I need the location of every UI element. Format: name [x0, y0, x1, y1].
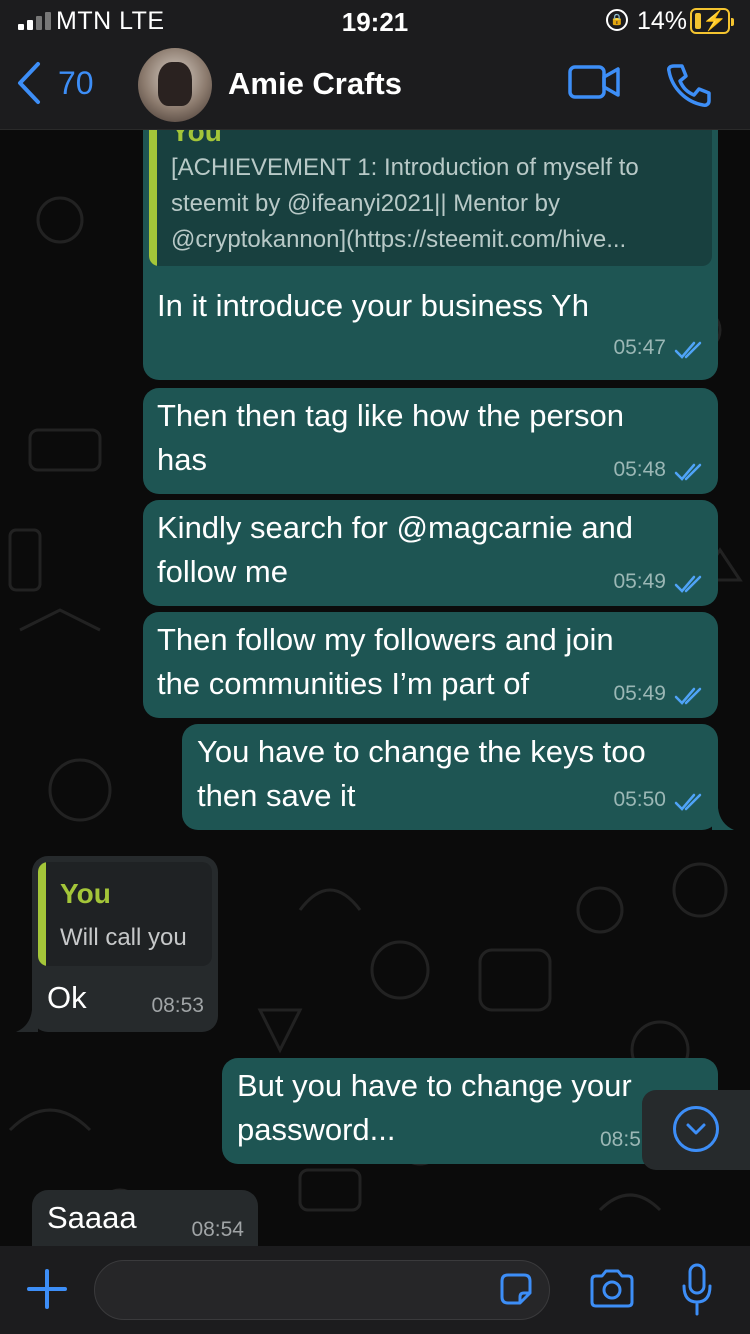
message-text-line: But you have to change your [237, 1068, 632, 1103]
message-bubble-outgoing[interactable]: Then follow my followers and join the co… [143, 612, 718, 718]
back-button[interactable]: 70 [14, 60, 94, 106]
message-text: Saaaa [47, 1200, 137, 1235]
unread-count: 70 [58, 64, 94, 101]
quote-author: You [60, 878, 111, 909]
quote-accent-bar [149, 130, 157, 266]
message-text-line: password... [237, 1112, 396, 1147]
message-text-line: Kindly search for @magcarnie and [157, 510, 634, 545]
quote-text-line: steemit by @ifeanyi2021|| Mentor by [171, 190, 561, 217]
message-text-line: then save it [197, 778, 356, 813]
quote-text-line: [ACHIEVEMENT 1: Introduction of myself t… [171, 154, 639, 181]
message-time: 05:48 [613, 458, 666, 481]
camera-icon[interactable] [588, 1268, 636, 1310]
read-receipt-icon [674, 687, 702, 705]
read-receipt-icon [674, 793, 702, 811]
message-bubble-outgoing[interactable]: You [ACHIEVEMENT 1: Introduction of myse… [143, 130, 718, 380]
message-time: 05:49 [613, 682, 666, 705]
message-text: In it introduce your business Yh [157, 288, 589, 323]
bubble-tail [712, 808, 734, 830]
message-bubble-incoming[interactable]: Saaaa 08:54 [32, 1190, 258, 1246]
chat-header: 70 Amie Crafts [0, 40, 750, 130]
video-call-icon[interactable] [568, 64, 620, 100]
quoted-message[interactable]: You [ACHIEVEMENT 1: Introduction of myse… [149, 130, 712, 266]
quoted-message[interactable]: You Will call you [38, 862, 212, 966]
message-time: 08:54 [191, 1218, 244, 1241]
read-receipt-icon [674, 341, 702, 359]
message-bubble-incoming[interactable]: You Will call you Ok 08:53 [32, 856, 218, 1032]
message-time: 08:53 [151, 994, 204, 1017]
message-text-line: the communities I’m part of [157, 666, 530, 701]
sticker-icon[interactable] [498, 1271, 534, 1307]
message-bubble-outgoing[interactable]: Then then tag like how the person has 05… [143, 388, 718, 494]
bubble-tail [16, 1010, 38, 1032]
rotation-lock-icon: 🔒 [606, 9, 628, 31]
message-text-line: Then then tag like how the person [157, 398, 625, 433]
message-text-line: You have to change the keys too [197, 734, 646, 769]
message-bubble-outgoing[interactable]: Kindly search for @magcarnie and follow … [143, 500, 718, 606]
message-text-line: follow me [157, 554, 288, 589]
message-text-line: has [157, 442, 207, 477]
battery-percent: 14% [637, 7, 688, 35]
message-time: 05:50 [613, 788, 666, 811]
message-bubble-outgoing[interactable]: You have to change the keys too then sav… [182, 724, 718, 830]
plus-icon[interactable] [26, 1268, 68, 1310]
message-input[interactable] [94, 1260, 550, 1320]
message-text: Ok [47, 980, 87, 1015]
read-receipt-icon [674, 575, 702, 593]
message-list[interactable]: You [ACHIEVEMENT 1: Introduction of myse… [0, 130, 750, 1246]
status-bar: MTN LTE 19:21 🔒 14% ⚡ [0, 0, 750, 40]
scroll-to-bottom-button[interactable] [642, 1090, 750, 1170]
chevron-down-circle-icon [673, 1106, 719, 1152]
message-time: 08:5 [600, 1128, 641, 1151]
battery-icon: ⚡ [690, 8, 734, 34]
message-time: 05:47 [613, 336, 666, 359]
contact-avatar[interactable] [138, 48, 212, 122]
contact-name[interactable]: Amie Crafts [228, 66, 402, 102]
microphone-icon[interactable] [680, 1262, 714, 1318]
phone-call-icon[interactable] [666, 62, 712, 108]
back-chevron-icon [18, 62, 40, 104]
message-time: 05:49 [613, 570, 666, 593]
read-receipt-icon [674, 463, 702, 481]
composer-bar [0, 1246, 750, 1334]
quote-text: Will call you [60, 924, 187, 951]
quote-author: You [171, 130, 222, 147]
quote-accent-bar [38, 862, 46, 966]
message-text-line: Then follow my followers and join [157, 622, 614, 657]
quote-text-line: @cryptokannon](https://steemit.com/hive.… [171, 226, 627, 253]
